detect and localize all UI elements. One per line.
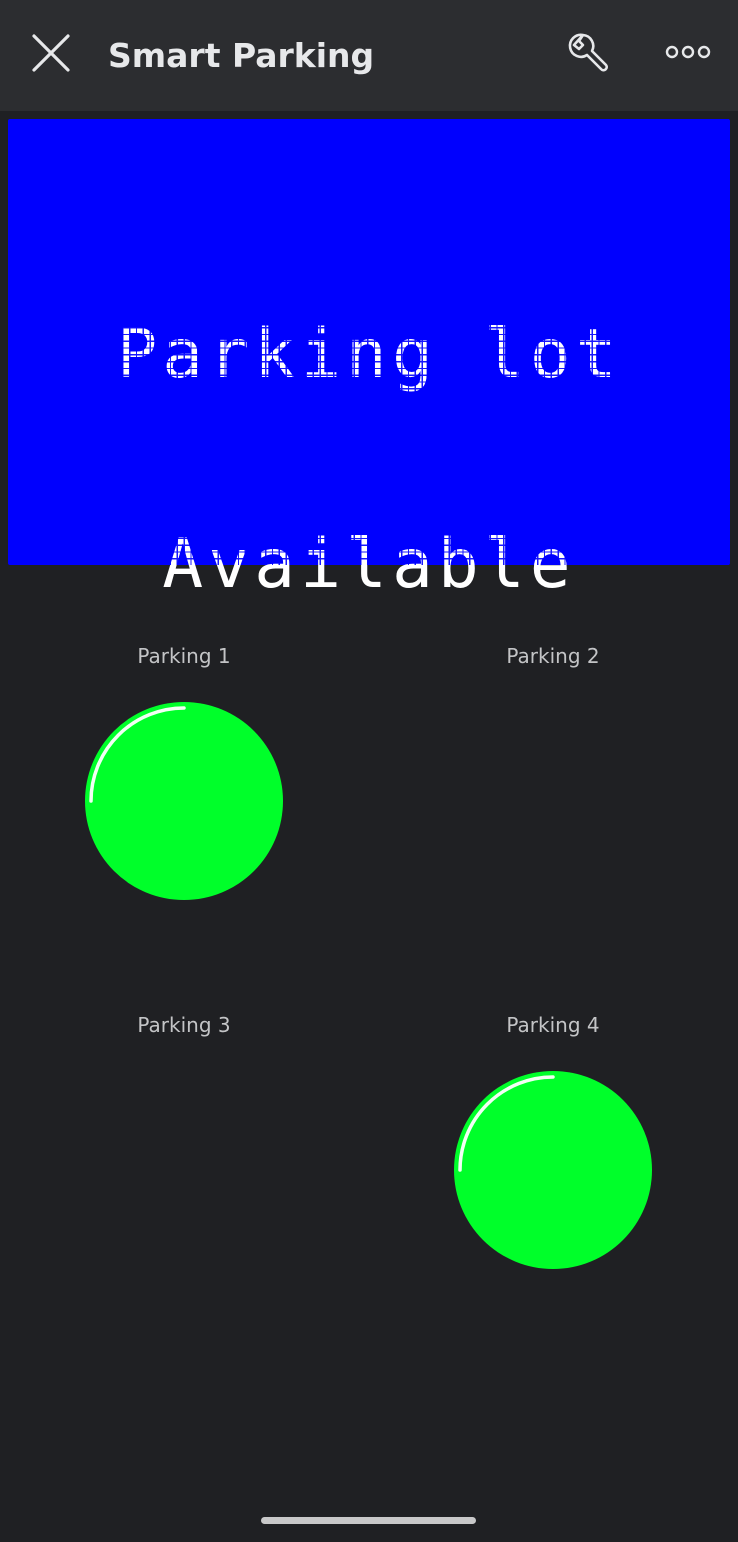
settings-button[interactable]: [556, 26, 616, 86]
app-screen: Smart Parking Parking lot Available Park…: [0, 0, 738, 1542]
more-options-button[interactable]: [658, 30, 718, 76]
slot-label-1: Parking 1: [137, 644, 231, 668]
slot-label-4: Parking 4: [506, 1013, 600, 1037]
more-icon: [665, 44, 711, 63]
lcd-line-1: Parking lot: [116, 315, 622, 394]
lcd-line-2: Available: [162, 525, 576, 604]
close-icon: [31, 33, 71, 77]
lcd-display: Parking lot Available: [8, 119, 730, 604]
wrench-icon: [563, 31, 609, 81]
top-bar: Smart Parking: [0, 0, 738, 111]
close-button[interactable]: [22, 26, 80, 84]
led-parking-1[interactable]: [85, 702, 283, 900]
app-title: Smart Parking: [108, 36, 375, 75]
led-parking-4[interactable]: [454, 1071, 652, 1269]
slot-label-3: Parking 3: [137, 1013, 231, 1037]
home-indicator[interactable]: [261, 1517, 476, 1524]
slot-label-2: Parking 2: [506, 644, 600, 668]
